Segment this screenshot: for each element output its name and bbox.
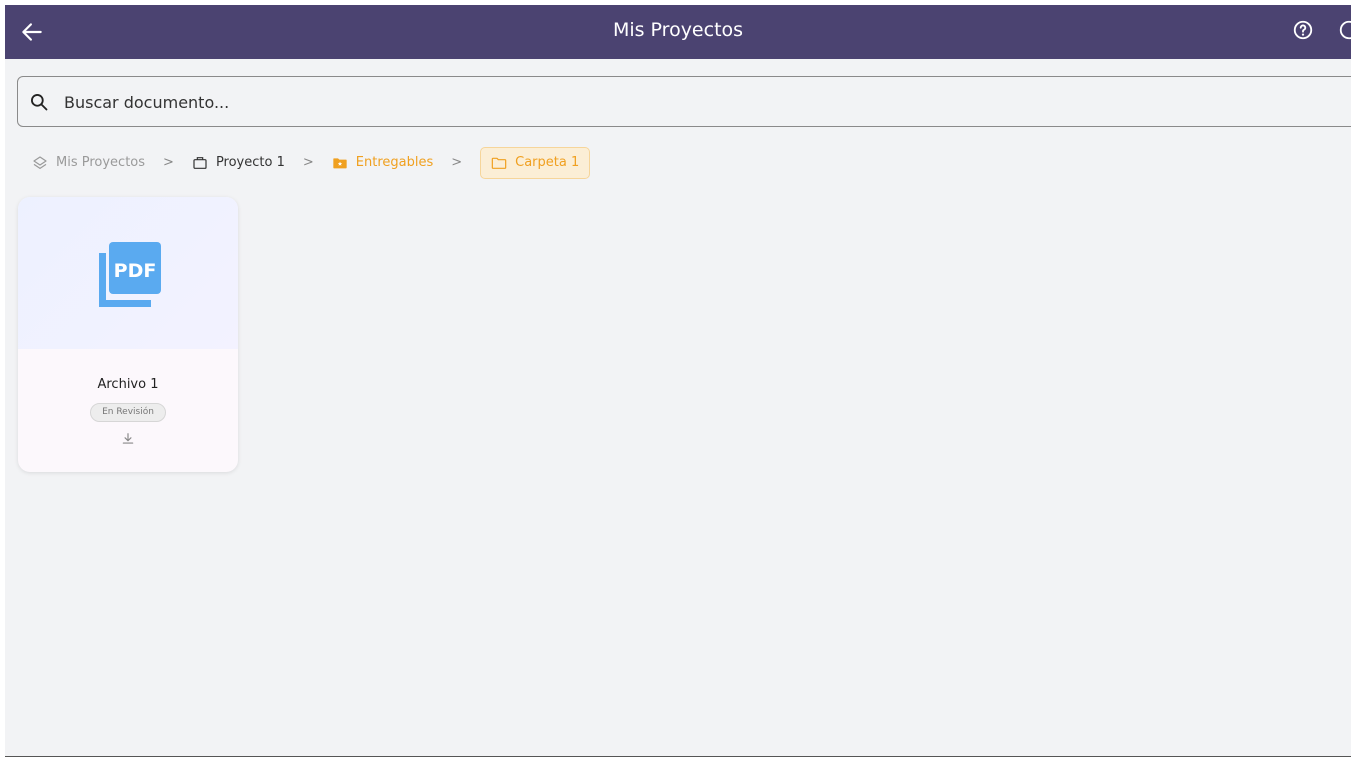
- breadcrumb-label: Mis Proyectos: [56, 155, 146, 170]
- pdf-file-icon: PDF: [99, 242, 161, 307]
- pdf-label: PDF: [114, 260, 157, 282]
- search-bar: [17, 76, 1351, 127]
- breadcrumb-mis-proyectos[interactable]: Mis Proyectos: [32, 155, 145, 171]
- app-viewport: Mis Proyectos Mis Proyectos >: [5, 5, 1351, 757]
- breadcrumb-label: Carpeta 1: [515, 155, 580, 170]
- breadcrumb-label: Proyecto 1: [215, 155, 285, 170]
- layers-icon: [33, 155, 47, 169]
- help-circle-icon[interactable]: [1292, 19, 1314, 41]
- search-icon: [31, 94, 48, 111]
- breadcrumb-label: Entregables: [355, 155, 434, 170]
- breadcrumb-entregables[interactable]: Entregables: [332, 155, 433, 171]
- briefcase-icon: [193, 156, 207, 169]
- download-icon[interactable]: [121, 432, 135, 446]
- file-card[interactable]: PDF Archivo 1 En Revisión: [18, 197, 238, 472]
- folder-icon: [491, 157, 507, 169]
- breadcrumb: Mis Proyectos > Proyecto 1 > Entregables…: [32, 146, 591, 179]
- search-input[interactable]: [64, 87, 1264, 117]
- page-title: Mis Proyectos: [612, 19, 744, 41]
- folder-star-icon: [333, 157, 347, 168]
- breadcrumb-carpeta-1[interactable]: Carpeta 1: [480, 146, 591, 179]
- breadcrumb-separator: >: [163, 155, 174, 170]
- circle-icon[interactable]: [1338, 19, 1351, 41]
- status-badge: En Revisión: [90, 403, 166, 422]
- file-name: Archivo 1: [97, 377, 159, 392]
- breadcrumb-separator: >: [451, 155, 463, 170]
- app-bar: Mis Proyectos: [5, 5, 1351, 59]
- file-thumbnail: PDF: [18, 197, 238, 349]
- breadcrumb-proyecto-1[interactable]: Proyecto 1: [192, 155, 285, 171]
- breadcrumb-separator: >: [302, 155, 314, 170]
